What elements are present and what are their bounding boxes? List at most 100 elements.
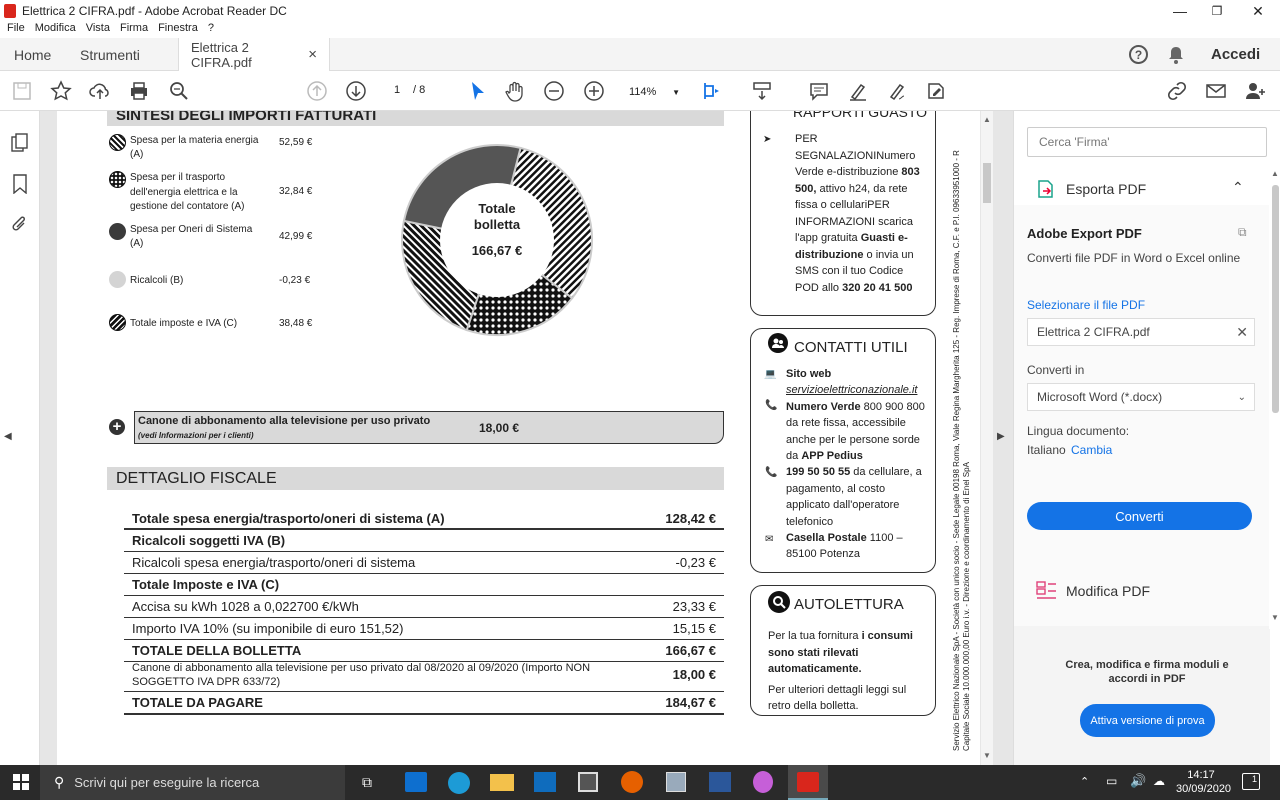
menu-help[interactable]: ? xyxy=(208,22,214,38)
highlight-pen-icon[interactable] xyxy=(846,79,870,103)
help-icon[interactable]: ? xyxy=(1129,45,1148,64)
draw-signature-icon[interactable] xyxy=(885,79,909,103)
paint3d-icon[interactable] xyxy=(753,771,773,793)
network-icon[interactable]: ▭ xyxy=(1106,774,1117,788)
menu-view[interactable]: Vista xyxy=(86,22,110,38)
trial-button[interactable]: Attiva versione di prova xyxy=(1080,704,1215,737)
firefox-icon[interactable] xyxy=(621,771,643,793)
format-dropdown[interactable]: Microsoft Word (*.docx) ⌄ xyxy=(1027,383,1255,411)
menu-edit[interactable]: Modifica xyxy=(35,22,76,38)
taskbar-search-box[interactable]: ⚲ Scrivi qui per eseguire la ricerca xyxy=(40,765,345,800)
document-scrollbar[interactable]: ▲ ▼ xyxy=(981,111,993,765)
web-url[interactable]: servizioelettriconazionale.it xyxy=(786,384,917,396)
document-view: SINTESI DEGLI IMPORTI FATTURATI Spesa pe… xyxy=(40,111,1013,765)
star-icon[interactable] xyxy=(49,79,73,103)
legend-value: 32,84 € xyxy=(279,186,313,197)
zoom-search-icon[interactable] xyxy=(167,79,191,103)
convert-button[interactable]: Converti xyxy=(1027,502,1252,530)
acrobat-taskbar-button[interactable] xyxy=(788,765,828,800)
clock[interactable]: 14:17 30/09/2020 xyxy=(1176,768,1231,796)
taskbar-search-placeholder: Scrivi qui per eseguire la ricerca xyxy=(74,775,260,790)
minimize-button[interactable]: — xyxy=(1160,0,1200,22)
people-icon xyxy=(768,333,788,353)
expand-right-arrow-icon[interactable]: ▶ xyxy=(997,431,1005,442)
maximize-button[interactable]: ❐ xyxy=(1197,0,1237,22)
add-user-icon[interactable] xyxy=(1243,79,1267,103)
page-up-icon[interactable] xyxy=(305,79,329,103)
donut-center-label: Totale bolletta 166,67 € xyxy=(457,201,537,259)
word-icon[interactable] xyxy=(709,772,731,792)
change-language-link[interactable]: Cambia xyxy=(1071,443,1112,457)
tab-close-icon[interactable]: × xyxy=(308,46,317,63)
legal-vertical-1: Servizio Elettrico Nazionale SpA - Socie… xyxy=(952,150,961,751)
menu-file[interactable]: File xyxy=(7,22,25,38)
fit-page-icon[interactable] xyxy=(700,79,724,103)
bookmark-icon[interactable] xyxy=(13,174,27,197)
panel-scrollbar[interactable]: ▲ ▼ xyxy=(1269,169,1280,629)
tab-tools[interactable]: Strumenti xyxy=(80,38,140,71)
notifications-icon[interactable]: 1 xyxy=(1242,773,1260,790)
scroll-up-icon[interactable]: ▲ xyxy=(1271,169,1279,178)
hand-tool-icon[interactable] xyxy=(503,79,527,103)
clear-file-icon[interactable]: ✕ xyxy=(1236,324,1248,341)
auto-text-1: Per la tua fornitura xyxy=(768,630,859,642)
signin-button[interactable]: Accedi xyxy=(1211,38,1260,71)
selected-file-field[interactable]: Elettrica 2 CIFRA.pdf ✕ xyxy=(1027,318,1255,346)
zoom-in-icon[interactable] xyxy=(582,79,606,103)
tab-home[interactable]: Home xyxy=(14,38,51,71)
scroll-thumb[interactable] xyxy=(983,163,991,203)
print-icon[interactable] xyxy=(127,79,151,103)
windows-start-icon[interactable] xyxy=(13,774,29,793)
select-file-link[interactable]: Selezionare il file PDF xyxy=(1027,298,1145,312)
tray-chevron-icon[interactable]: ⌃ xyxy=(1080,775,1089,788)
fiscal-row-label: Accisa su kWh 1028 a 0,022700 €/kWh xyxy=(132,599,359,614)
task-view-icon[interactable]: ⧉ xyxy=(362,774,372,791)
tab-document[interactable]: Elettrica 2 CIFRA.pdf × xyxy=(178,38,330,71)
legend-value: -0,23 € xyxy=(279,275,311,286)
tool-search-input[interactable]: Cerca 'Firma' xyxy=(1027,127,1267,157)
zoom-dropdown[interactable]: 114% ▼ xyxy=(620,83,680,101)
legend-item-oneri: Spesa per Oneri di Sistema (A) 42,99 € xyxy=(109,223,312,251)
onedrive-icon[interactable]: ☁ xyxy=(1153,774,1165,788)
fill-sign-icon[interactable] xyxy=(924,79,948,103)
select-cursor-icon[interactable] xyxy=(465,79,489,103)
page-down-icon[interactable] xyxy=(344,79,368,103)
scroll-down-icon[interactable]: ▼ xyxy=(1271,613,1279,622)
store-icon[interactable] xyxy=(578,772,598,792)
email-icon[interactable] xyxy=(1204,79,1228,103)
save-icon[interactable] xyxy=(10,79,34,103)
export-pdf-title[interactable]: Esporta PDF xyxy=(1066,181,1146,197)
contatti-box: CONTATTI UTILI 💻 Sito web servizioelettr… xyxy=(750,328,936,573)
zoom-out-icon[interactable] xyxy=(542,79,566,103)
page-number-input[interactable]: 1 xyxy=(384,83,410,100)
fiscal-row: Totale Imposte e IVA (C) xyxy=(124,577,724,596)
mail-app-icon[interactable] xyxy=(405,772,427,792)
windows-taskbar: ⚲ Scrivi qui per eseguire la ricerca ⧉ ⌃… xyxy=(0,765,1280,800)
scroll-up-icon[interactable]: ▲ xyxy=(983,115,991,124)
collapse-left-arrow-icon[interactable]: ◀ xyxy=(4,431,12,442)
file-explorer-icon[interactable] xyxy=(490,774,514,791)
comment-icon[interactable] xyxy=(807,79,831,103)
attachment-icon[interactable] xyxy=(11,215,29,238)
edge-browser-icon[interactable] xyxy=(448,772,470,794)
collapse-chevron-icon[interactable]: ⌃ xyxy=(1232,179,1244,196)
scroll-mode-icon[interactable] xyxy=(750,79,774,103)
total-pay-value: 184,67 € xyxy=(665,695,716,710)
menu-sign[interactable]: Firma xyxy=(120,22,148,38)
canone-label: Canone di abbonamento alla televisione p… xyxy=(138,415,431,427)
panel-scroll-thumb[interactable] xyxy=(1272,185,1279,413)
copy-icon[interactable]: ⧉ xyxy=(1238,225,1247,240)
volume-icon[interactable]: 🔊 xyxy=(1130,773,1146,789)
edit-pdf-tool[interactable]: Modifica PDF xyxy=(1066,583,1150,599)
upload-cloud-icon[interactable] xyxy=(88,79,112,103)
close-window-button[interactable]: ✕ xyxy=(1238,0,1278,22)
outlook-icon[interactable] xyxy=(534,772,556,792)
page-thumbnails-icon[interactable] xyxy=(11,133,29,156)
fiscal-title: DETTAGLIO FISCALE xyxy=(107,467,724,490)
photos-icon[interactable] xyxy=(666,772,686,792)
bell-icon[interactable] xyxy=(1168,46,1184,67)
language-label: Lingua documento: xyxy=(1027,424,1130,438)
scroll-down-icon[interactable]: ▼ xyxy=(983,751,991,760)
menu-window[interactable]: Finestra xyxy=(158,22,198,38)
share-link-icon[interactable] xyxy=(1165,79,1189,103)
